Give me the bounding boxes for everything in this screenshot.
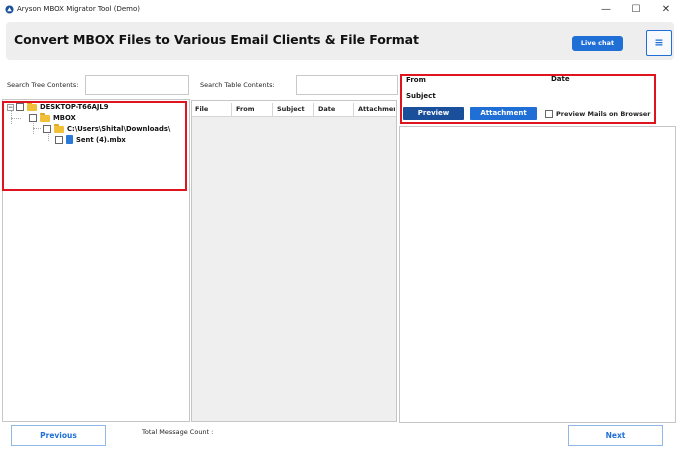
- app-logo-icon: [5, 5, 14, 14]
- previous-button[interactable]: Previous: [11, 425, 106, 446]
- close-button[interactable]: ✕: [652, 2, 680, 18]
- tree-checkbox[interactable]: [16, 103, 24, 111]
- next-button[interactable]: Next: [568, 425, 663, 446]
- header-banner: Convert MBOX Files to Various Email Clie…: [6, 22, 674, 60]
- from-label: From: [406, 76, 426, 84]
- column-header-subject[interactable]: Subject: [277, 105, 305, 113]
- preview-browser-label: Preview Mails on Browser: [556, 110, 651, 118]
- search-table-label: Search Table Contents:: [200, 81, 275, 89]
- message-table-panel: File From Subject Date Attachment: [191, 100, 397, 422]
- maximize-button[interactable]: ☐: [622, 2, 650, 18]
- tree-item-label: DESKTOP-T66AJL9: [40, 103, 109, 111]
- hamburger-menu-icon: ≡: [654, 36, 664, 49]
- table-header: File From Subject Date Attachment: [192, 101, 396, 117]
- menu-button[interactable]: ≡: [646, 30, 672, 56]
- tree-checkbox[interactable]: [29, 114, 37, 122]
- page-title: Convert MBOX Files to Various Email Clie…: [14, 32, 419, 47]
- column-header-date[interactable]: Date: [318, 105, 335, 113]
- tree-item-mbox[interactable]: MBOX: [29, 112, 76, 122]
- subject-label: Subject: [406, 92, 436, 100]
- search-tree-label: Search Tree Contents:: [7, 81, 79, 89]
- tree-item-label: Sent (4).mbx: [76, 135, 126, 144]
- collapse-icon[interactable]: −: [7, 103, 14, 111]
- tree-item-desktop[interactable]: − DESKTOP-T66AJL9: [7, 101, 109, 111]
- tree-item-label: MBOX: [53, 114, 76, 122]
- minimize-button[interactable]: —: [592, 2, 620, 18]
- window-title: Aryson MBOX Migrator Tool (Demo): [17, 5, 141, 13]
- folder-tree-panel: − DESKTOP-T66AJL9 MBOX C:\Users\Shital\D…: [2, 99, 190, 422]
- file-icon: [66, 135, 73, 144]
- title-bar: Aryson MBOX Migrator Tool (Demo) — ☐ ✕: [0, 0, 680, 20]
- preview-browser-checkbox[interactable]: [545, 110, 553, 118]
- search-table-input[interactable]: [296, 75, 398, 95]
- column-header-file[interactable]: File: [195, 105, 208, 113]
- tree-item-downloads-folder[interactable]: C:\Users\Shital\Downloads\: [43, 123, 171, 133]
- live-chat-button[interactable]: Live chat: [572, 36, 623, 51]
- search-tree-input[interactable]: [85, 75, 189, 95]
- preview-button[interactable]: Preview: [403, 107, 464, 120]
- attachment-button[interactable]: Attachment: [470, 107, 537, 120]
- total-message-count-label: Total Message Count :: [142, 428, 214, 436]
- tree-checkbox[interactable]: [43, 125, 51, 133]
- mail-header-area: From Date Subject Preview Attachment Pre…: [399, 72, 676, 124]
- tree-checkbox[interactable]: [55, 135, 63, 144]
- column-header-attachment[interactable]: Attachment: [358, 105, 395, 113]
- column-header-from[interactable]: From: [236, 105, 254, 113]
- mail-preview-panel: [399, 126, 676, 423]
- preview-browser-option[interactable]: Preview Mails on Browser: [545, 110, 650, 118]
- date-label: Date: [551, 75, 570, 83]
- tree-item-label: C:\Users\Shital\Downloads\: [67, 125, 171, 133]
- folder-icon: [27, 101, 37, 111]
- folder-icon: [40, 112, 50, 122]
- folder-icon: [54, 123, 64, 133]
- tree-item-sent-mbx[interactable]: Sent (4).mbx: [55, 135, 126, 144]
